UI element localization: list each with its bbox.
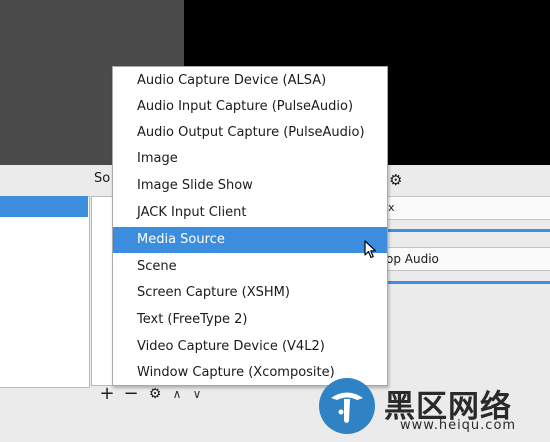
gear-icon: ⚙ xyxy=(389,171,403,189)
menu-item-media-source[interactable]: Media Source xyxy=(113,227,387,253)
mixer-volume-slider[interactable] xyxy=(383,281,550,284)
watermark-url: www.heiqu.com xyxy=(400,418,517,433)
remove-source-button[interactable]: − xyxy=(122,385,140,403)
move-down-button[interactable]: ∨ xyxy=(190,387,204,401)
sources-title: So xyxy=(94,171,111,186)
mouse-cursor-icon xyxy=(364,240,377,259)
gear-icon: ⚙ xyxy=(148,386,162,402)
menu-item-video-capture[interactable]: Video Capture Device (V4L2) xyxy=(113,334,387,360)
sources-toolbar: + − ⚙ ∧ ∨ xyxy=(98,384,204,404)
mixer-channel xyxy=(383,196,550,220)
menu-item-audio-output-pulse[interactable]: Audio Output Capture (PulseAudio) xyxy=(113,120,387,146)
menu-item-text-freetype[interactable]: Text (FreeType 2) xyxy=(113,307,387,333)
menu-item-image[interactable]: Image xyxy=(113,146,387,172)
menu-item-scene[interactable]: Scene xyxy=(113,254,387,280)
mixer-volume-slider[interactable] xyxy=(383,229,550,232)
scene-item-selected[interactable] xyxy=(0,196,88,217)
menu-item-jack-input[interactable]: JACK Input Client xyxy=(113,200,387,226)
mixer-settings-button[interactable]: ⚙ xyxy=(389,171,402,189)
menu-item-audio-capture-alsa[interactable]: Audio Capture Device (ALSA) xyxy=(113,68,387,94)
scenes-list[interactable] xyxy=(0,196,90,388)
move-up-button[interactable]: ∧ xyxy=(170,387,184,401)
menu-item-audio-input-pulse[interactable]: Audio Input Capture (PulseAudio) xyxy=(113,94,387,120)
watermark-logo-icon xyxy=(319,378,375,434)
sources-list[interactable] xyxy=(91,196,114,386)
add-source-context-menu: Audio Capture Device (ALSA) Audio Input … xyxy=(112,66,388,386)
menu-item-image-slide-show[interactable]: Image Slide Show xyxy=(113,173,387,199)
mixer-channel-label: op Audio xyxy=(386,252,439,266)
add-source-button[interactable]: + xyxy=(98,385,116,403)
menu-item-screen-capture[interactable]: Screen Capture (XSHM) xyxy=(113,280,387,306)
mixer-channel-label: x xyxy=(388,201,395,214)
source-properties-button[interactable]: ⚙ xyxy=(146,385,164,403)
